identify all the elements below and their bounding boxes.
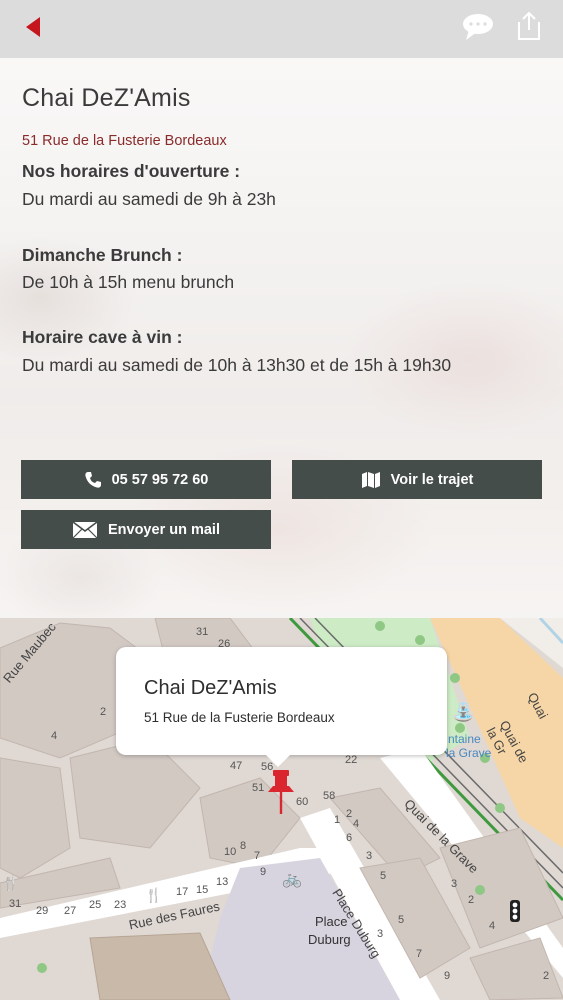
house-number: 5 [398, 914, 405, 926]
house-number: 3 [366, 850, 373, 862]
house-number: 31 [9, 898, 22, 910]
house-number: 15 [196, 884, 209, 896]
wine-cellar-heading: Horaire cave à vin : [22, 327, 183, 347]
opening-hours-heading: Nos horaires d'ouverture : [22, 161, 241, 181]
envelope-icon [72, 520, 98, 538]
route-button-label: Voir le trajet [390, 471, 474, 488]
house-number: 4 [353, 818, 360, 830]
house-number: 60 [296, 796, 309, 808]
house-number: 4 [51, 730, 58, 742]
map-pin-icon[interactable] [266, 770, 296, 816]
house-number: 6 [346, 832, 353, 844]
svg-text:🍴: 🍴 [2, 875, 19, 892]
place-duburg-label-2: Duburg [308, 932, 351, 947]
top-bar [0, 0, 563, 58]
call-button-label: 05 57 95 72 60 [111, 471, 209, 488]
brunch-heading: Dimanche Brunch : [22, 245, 183, 265]
house-number: 9 [260, 866, 267, 878]
house-number: 3 [451, 878, 458, 890]
house-number: 7 [416, 948, 423, 960]
back-arrow-icon[interactable] [22, 14, 46, 40]
house-number: 2 [346, 808, 353, 820]
wine-cellar-text: Du mardi au samedi de 10h à 13h30 et de … [22, 355, 452, 375]
callout-address: 51 Rue de la Fusterie Bordeaux [144, 710, 335, 725]
house-number: 8 [240, 840, 247, 852]
house-number: 1 [334, 814, 341, 826]
house-number: 25 [89, 899, 102, 911]
phone-icon [84, 471, 101, 488]
svg-text:🍴: 🍴 [145, 887, 162, 904]
svg-text:⛲: ⛲ [452, 701, 474, 723]
place-info-section: Chai DeZ'Amis 51 Rue de la Fusterie Bord… [0, 58, 563, 618]
house-number: 5 [380, 870, 387, 882]
house-number: 22 [345, 754, 358, 766]
house-number: 31 [196, 626, 209, 638]
house-number: 9 [444, 970, 451, 982]
house-number: 2 [468, 894, 475, 906]
map-callout[interactable]: Chai DeZ'Amis 51 Rue de la Fusterie Bord… [116, 647, 447, 767]
house-number: 23 [114, 899, 127, 911]
share-icon[interactable] [514, 10, 544, 42]
house-number: 4 [489, 920, 496, 932]
email-button-label: Envoyer un mail [107, 521, 220, 538]
place-duburg-label-1: Place [315, 914, 348, 929]
house-number: 17 [176, 886, 189, 898]
callout-title: Chai DeZ'Amis [144, 677, 277, 699]
svg-text:🚲: 🚲 [282, 869, 302, 888]
brunch-text: De 10h à 15h menu brunch [22, 272, 235, 292]
house-number: 29 [36, 905, 49, 917]
fountain-label-1: ntaine [448, 732, 481, 746]
route-button[interactable]: Voir le trajet [292, 460, 542, 499]
house-number: 2 [543, 970, 550, 982]
place-address: 51 Rue de la Fusterie Bordeaux [22, 133, 227, 149]
map-icon [361, 471, 380, 488]
house-number: 3 [377, 928, 384, 940]
house-number: 7 [254, 850, 261, 862]
call-button[interactable]: 05 57 95 72 60 [21, 460, 271, 499]
house-number: 47 [230, 760, 243, 772]
house-number: 13 [216, 876, 229, 888]
fountain-label-2: la Grave [446, 746, 492, 760]
speech-bubble-icon[interactable] [460, 12, 496, 42]
house-number: 27 [64, 905, 77, 917]
place-title: Chai DeZ'Amis [22, 84, 191, 112]
house-number: 2 [100, 706, 107, 718]
house-number: 51 [252, 782, 265, 794]
house-number: 58 [323, 790, 336, 802]
opening-hours-text: Du mardi au samedi de 9h à 23h [22, 189, 276, 209]
email-button[interactable]: Envoyer un mail [21, 510, 271, 549]
house-number: 10 [224, 846, 237, 858]
